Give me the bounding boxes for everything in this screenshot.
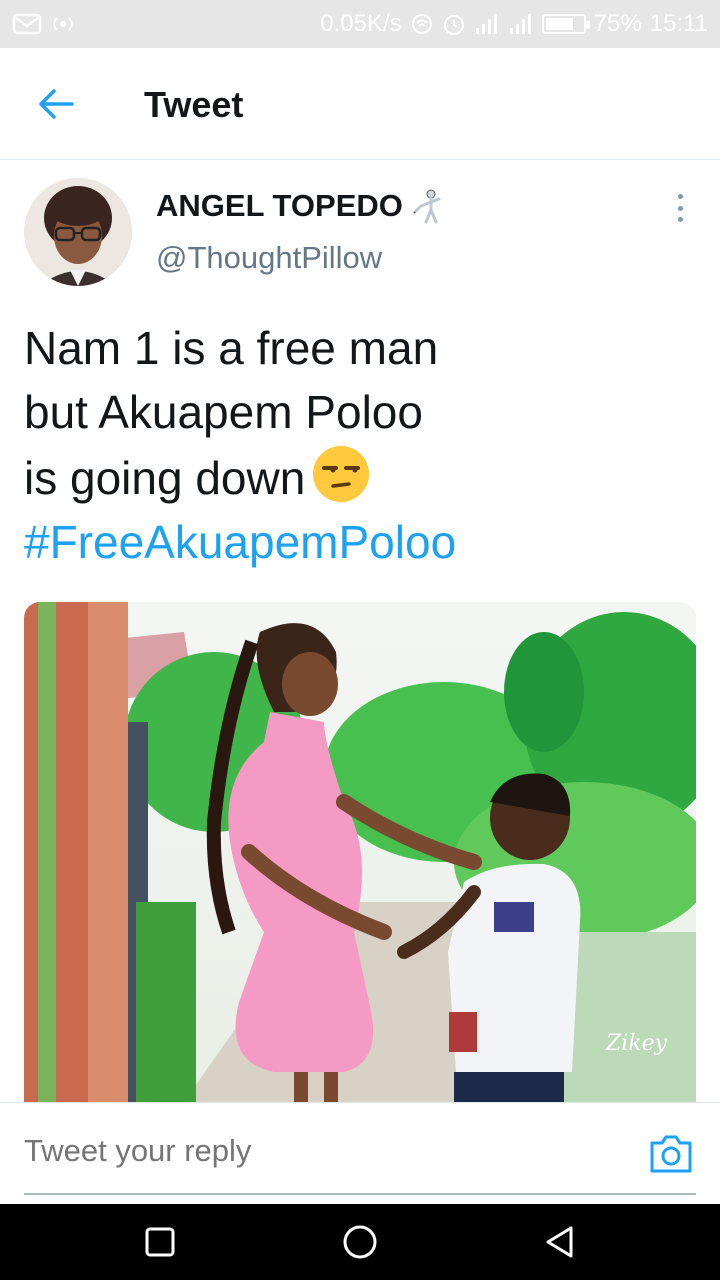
top-bar: Tweet <box>0 48 720 160</box>
back-button[interactable] <box>34 84 78 124</box>
author-name[interactable]: ANGEL TOPEDO <box>156 188 447 224</box>
avatar[interactable] <box>24 178 132 286</box>
fencer-icon <box>413 189 441 224</box>
more-dot <box>677 194 683 199</box>
more-dot <box>677 217 683 222</box>
hashtag-link[interactable]: #FreeAkuapemPoloo <box>24 510 684 574</box>
battery-percent: 75% <box>593 10 642 37</box>
home-icon <box>343 1225 377 1259</box>
unamused-face-icon <box>313 446 370 502</box>
tweet-line: Nam 1 is a free man <box>24 322 439 374</box>
recents-button[interactable] <box>142 1224 178 1260</box>
tweet-line-with-emoji: is going down <box>24 444 684 510</box>
mail-icon <box>12 12 42 36</box>
recents-icon <box>145 1227 175 1257</box>
alarm-icon <box>442 12 466 36</box>
status-bar: 0.05K/s 75% 15:11 <box>0 0 720 48</box>
signal-icon <box>508 12 534 36</box>
back-icon <box>546 1226 573 1258</box>
reply-input[interactable] <box>24 1133 584 1169</box>
navigation-bar <box>0 1204 720 1280</box>
home-button[interactable] <box>342 1224 378 1260</box>
author-handle[interactable]: @ThoughtPillow <box>156 240 382 276</box>
tweet-photo[interactable]: Zikey <box>24 602 696 1102</box>
page-title: Tweet <box>144 84 244 125</box>
battery-icon <box>541 14 590 34</box>
more-dot <box>677 205 683 211</box>
clock: 15:11 <box>649 10 708 37</box>
photo-watermark: Zikey <box>605 1031 668 1056</box>
nav-back-button[interactable] <box>542 1224 578 1260</box>
tweet-line: but Akuapem Poloo <box>24 386 423 438</box>
camera-button[interactable] <box>648 1133 694 1175</box>
hotspot-icon <box>50 12 76 36</box>
network-speed: 0.05K/s <box>320 10 402 37</box>
camera-icon <box>650 1135 692 1173</box>
signal-icon <box>474 12 500 36</box>
more-options-button[interactable] <box>668 190 692 226</box>
tweet-text: Nam 1 is a free man but Akuapem Poloo is… <box>24 316 684 574</box>
reply-underline <box>24 1193 696 1195</box>
wifi-icon <box>410 12 434 36</box>
reply-bar <box>0 1102 720 1204</box>
arrow-left-icon <box>39 89 74 119</box>
